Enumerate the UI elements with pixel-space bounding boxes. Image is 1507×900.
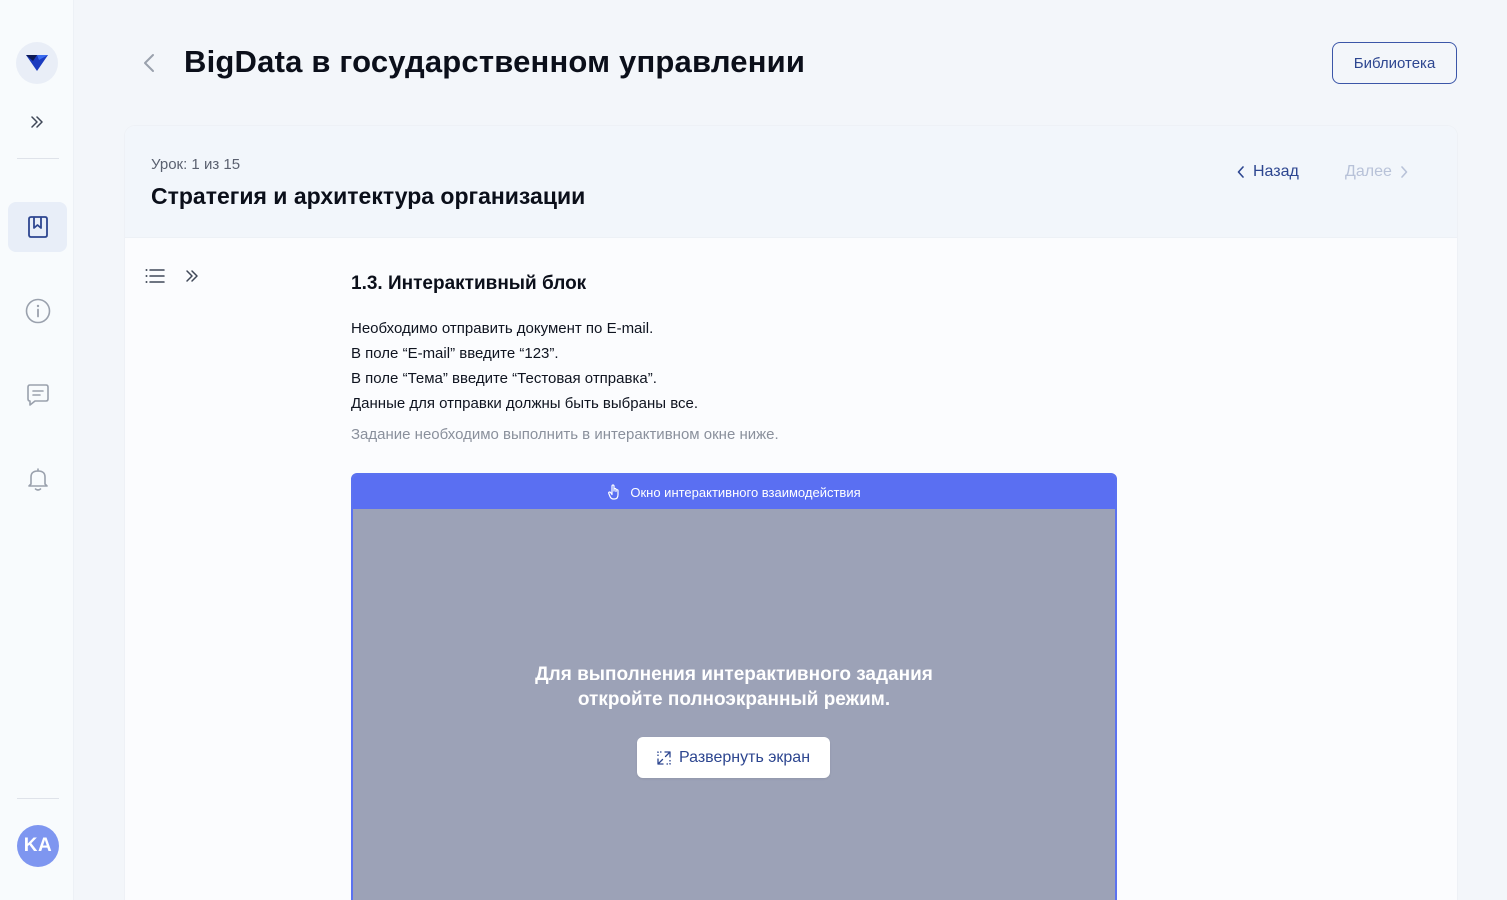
prev-lesson-label: Назад	[1253, 163, 1299, 180]
sidebar-divider	[17, 158, 59, 159]
expand-screen-button[interactable]: Развернуть экран	[637, 737, 830, 778]
task-hint: Задание необходимо выполнить в интеракти…	[351, 426, 779, 443]
block-title: 1.3. Интерактивный блок	[351, 273, 587, 294]
next-lesson-button[interactable]: Далее	[1345, 162, 1408, 182]
sidebar-item-notifications[interactable]	[8, 454, 67, 504]
toc-expand-button[interactable]	[184, 267, 200, 285]
app-root: KA BigData в государственном управлении …	[0, 0, 1507, 900]
hand-pointer-icon	[608, 484, 619, 500]
bell-icon	[27, 468, 48, 491]
lesson-title: Стратегия и архитектура организации	[151, 183, 586, 209]
info-icon	[25, 298, 50, 324]
back-button[interactable]	[139, 52, 159, 74]
chevron-right-icon	[1401, 166, 1408, 178]
chevron-left-icon	[1237, 166, 1244, 178]
chat-icon	[26, 384, 49, 406]
interactive-window-body: Для выполнения интерактивного задания от…	[353, 509, 1115, 900]
interactive-window-header: Окно интерактивного взаимодействия	[353, 475, 1115, 509]
sidebar-item-messages[interactable]	[8, 370, 67, 420]
chevrons-right-icon	[31, 116, 43, 128]
sidebar-item-courses[interactable]	[8, 202, 67, 252]
expand-screen-label: Развернуть экран	[678, 748, 811, 766]
sidebar-expand-button[interactable]	[27, 112, 47, 132]
book-bookmark-icon	[27, 216, 48, 238]
toc-button[interactable]	[145, 268, 165, 284]
fullscreen-message: Для выполнения интерактивного задания от…	[353, 662, 1115, 712]
fullscreen-message-line: откройте полноэкранный режим.	[577, 689, 891, 710]
sidebar-item-info[interactable]	[8, 286, 67, 336]
chevron-left-icon	[144, 54, 154, 72]
sidebar: KA	[0, 0, 74, 900]
fullscreen-message-line: Для выполнения интерактивного задания	[535, 664, 933, 685]
user-avatar[interactable]: KA	[17, 825, 59, 867]
next-lesson-label: Далее	[1345, 163, 1392, 180]
interactive-window-title: Окно интерактивного взаимодействия	[630, 484, 861, 500]
expand-icon	[657, 750, 671, 765]
chevrons-right-icon	[186, 270, 198, 282]
lesson-header: Урок: 1 из 15 Стратегия и архитектура ор…	[125, 126, 1457, 238]
instructions: Необходимо отправить документ по E-mail.…	[351, 316, 698, 416]
lesson-counter: Урок: 1 из 15	[151, 156, 241, 173]
list-icon	[145, 269, 165, 283]
lesson-card: Урок: 1 из 15 Стратегия и архитектура ор…	[125, 126, 1457, 900]
library-button[interactable]: Библиотека	[1332, 42, 1457, 84]
sidebar-divider-bottom	[17, 798, 59, 799]
prev-lesson-button[interactable]: Назад	[1237, 162, 1299, 182]
interactive-window: Окно интерактивного взаимодействия Для в…	[351, 473, 1117, 900]
logo-icon	[26, 55, 48, 71]
instruction-line: В поле “E-mail” введите “123”.	[351, 345, 559, 362]
page-title: BigData в государственном управлении	[184, 44, 806, 79]
instruction-line: Необходимо отправить документ по E-mail.	[351, 320, 654, 337]
instruction-line: В поле “Тема” введите “Тестовая отправка…	[351, 370, 657, 387]
instruction-line: Данные для отправки должны быть выбраны …	[351, 395, 698, 412]
logo[interactable]	[16, 42, 58, 84]
